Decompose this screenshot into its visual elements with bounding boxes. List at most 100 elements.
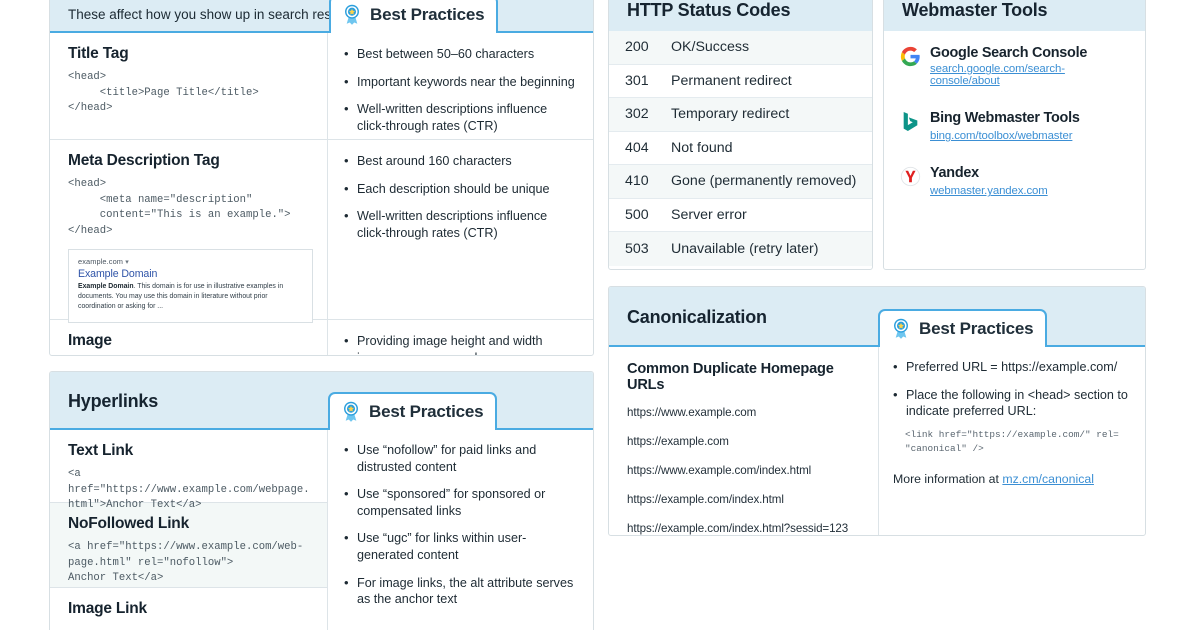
meta-tags-subtitle: These affect how you show up in search r… — [68, 7, 353, 22]
bullets-meta-description: Best around 160 characters Each descript… — [328, 140, 593, 254]
best-practices-badge-icon — [344, 401, 358, 422]
webmaster-tools-card: Webmaster Tools Google Search Console se… — [883, 0, 1146, 270]
http-status-card-header: HTTP Status Codes — [609, 0, 872, 31]
canonical-code-snippet: <link href="https://example.com/" rel= "… — [905, 428, 1119, 455]
hyperlinks-card: Hyperlinks Best Practices Text Link <a h… — [49, 371, 594, 630]
duplicate-urls-heading: Common Duplicate Homepage URLs — [627, 361, 834, 393]
row-nofollowed-link: NoFollowed Link <a href="https://www.exa… — [50, 503, 327, 588]
table-row: 404 Not found — [609, 132, 872, 165]
bullet-item: For image links, the alt attribute serve… — [344, 574, 577, 608]
tab-best-practices-hyperlinks[interactable]: Best Practices — [328, 392, 498, 430]
status-description: OK/Success — [671, 39, 750, 56]
row-meta-description-tag: Meta Description Tag <head> <meta name="… — [50, 140, 327, 323]
bullets-title-tag: Best between 50–60 characters Important … — [328, 33, 593, 147]
status-description: Not found — [671, 139, 733, 156]
webmaster-tool-name: Google Search Console — [930, 45, 1088, 61]
bing-b-icon — [903, 112, 918, 132]
bullet-item: Place the following in <head> section to… — [893, 386, 1131, 420]
row-meta-description-heading: Meta Description Tag — [68, 152, 220, 169]
row-nofollowed-link-heading: NoFollowed Link — [68, 515, 189, 532]
list-item[interactable]: Bing Webmaster Tools bing.com/toolbox/we… — [900, 110, 1131, 144]
serp-preview-url: example.com ▾ — [78, 257, 303, 266]
duplicate-url-item: https://example.com/index.html?sessid=12… — [627, 522, 849, 535]
status-description: Gone (permanently removed) — [671, 173, 857, 190]
webmaster-tool-info: Bing Webmaster Tools bing.com/toolbox/we… — [930, 110, 1080, 144]
webmaster-tool-name: Bing Webmaster Tools — [930, 110, 1080, 127]
status-code: 404 — [625, 139, 649, 156]
status-description: Permanent redirect — [671, 72, 792, 89]
serp-preview-title[interactable]: Example Domain — [78, 268, 303, 280]
bullets-hyperlinks: Use “nofollow” for paid links and distru… — [328, 430, 593, 621]
canonicalization-card-body: Common Duplicate Homepage URLs https://w… — [609, 347, 1145, 535]
table-row: 301 Permanent redirect — [609, 65, 872, 98]
meta-tags-card-body: Title Tag <head> <title>Page Title</titl… — [50, 33, 593, 355]
bullets-image-wrap: Providing image height and width improve… — [328, 320, 593, 355]
bullet-item: Use “nofollow” for paid links and distru… — [344, 441, 577, 475]
hyperlinks-right-column: Use “nofollow” for paid links and distru… — [328, 430, 593, 630]
bullet-item: Important keywords near the beginning — [344, 73, 577, 91]
serp-url-caret-icon: ▾ — [125, 258, 129, 266]
bullets-image: Providing image height and width improve… — [328, 320, 593, 355]
status-code: 503 — [625, 240, 649, 257]
tab-best-practices-meta-label: Best Practices — [370, 5, 485, 24]
row-meta-description-code: <head> <meta name="description" content=… — [68, 178, 291, 238]
list-item[interactable]: Google Search Console search.google.com/… — [900, 45, 1131, 89]
row-image-link: Image Link — [50, 588, 327, 630]
webmaster-tool-link[interactable]: webmaster.yandex.com — [930, 185, 1048, 197]
status-code: 410 — [625, 173, 649, 190]
webmaster-tools-card-header: Webmaster Tools — [884, 0, 1145, 31]
row-title-tag-code: <head> <title>Page Title</title> </head> — [68, 71, 259, 115]
table-row: 500 Server error — [609, 199, 872, 232]
row-image-link-heading: Image Link — [68, 600, 147, 617]
duplicate-url-item: https://www.example.com — [627, 406, 757, 419]
bullet-item: Use “ugc” for links within user-generate… — [344, 529, 577, 563]
google-g-icon — [900, 46, 920, 67]
bullets-canonicalization: Preferred URL = https://example.com/ Pla… — [893, 358, 1131, 420]
tab-best-practices-canonical[interactable]: Best Practices — [878, 309, 1048, 347]
canonicalization-card: Canonicalization Best Practices Common D… — [608, 286, 1146, 536]
tab-underline-canonical — [609, 345, 1145, 347]
bullet-item: Well-written descriptions influence clic… — [344, 100, 577, 134]
tab-underline-meta — [50, 31, 593, 33]
status-description: Unavailable (retry later) — [671, 240, 819, 257]
row-title-tag: Title Tag <head> <title>Page Title</titl… — [50, 33, 327, 140]
bullets-meta-description-wrap: Best around 160 characters Each descript… — [328, 140, 593, 320]
http-status-table: 200 OK/Success 301 Permanent redirect 30… — [609, 31, 872, 266]
http-status-codes-card: HTTP Status Codes 200 OK/Success 301 Per… — [608, 0, 873, 270]
meta-tags-right-column: Best between 50–60 characters Important … — [328, 33, 593, 355]
status-description: Server error — [671, 206, 747, 223]
duplicate-url-item: https://example.com — [627, 435, 729, 448]
status-code: 302 — [625, 106, 649, 123]
row-text-link-heading: Text Link — [68, 442, 134, 459]
yandex-y-icon — [900, 167, 921, 187]
meta-tags-left-column: Title Tag <head> <title>Page Title</titl… — [50, 33, 328, 355]
canonical-more-link[interactable]: mz.cm/canonical — [1002, 472, 1094, 486]
serp-preview-description: Example Domain. This domain is for use i… — [78, 282, 303, 313]
table-row: 302 Temporary redirect — [609, 98, 872, 132]
webmaster-tool-link[interactable]: search.google.com/search-console/about — [930, 63, 1131, 87]
best-practices-badge-icon — [345, 4, 359, 25]
row-title-tag-heading: Title Tag — [68, 45, 129, 62]
bullet-item: Best between 50–60 characters — [344, 45, 577, 63]
status-code: 301 — [625, 72, 649, 89]
best-practices-badge-icon — [894, 318, 908, 339]
hyperlinks-card-title: Hyperlinks — [68, 390, 159, 411]
hyperlinks-card-body: Text Link <a href="https://www.example.c… — [50, 430, 593, 630]
tab-best-practices-hyperlinks-label: Best Practices — [369, 402, 484, 421]
webmaster-tools-card-title: Webmaster Tools — [902, 0, 1048, 20]
serp-url-text: example.com — [78, 256, 124, 266]
bullet-item: Use “sponsored” for sponsored or compens… — [344, 485, 577, 519]
canonicalization-left-column: Common Duplicate Homepage URLs https://w… — [609, 347, 879, 535]
list-item[interactable]: Yandex webmaster.yandex.com — [900, 165, 1131, 199]
webmaster-tool-link[interactable]: bing.com/toolbox/webmaster — [930, 130, 1072, 142]
webmaster-tool-name: Yandex — [930, 165, 979, 182]
canonicalization-card-title: Canonicalization — [627, 306, 767, 327]
tab-best-practices-meta[interactable]: Best Practices — [329, 0, 499, 33]
http-status-card-title: HTTP Status Codes — [627, 0, 791, 20]
row-nofollowed-link-code: <a href="https://www.example.com/web- pa… — [68, 541, 304, 585]
serp-desc-bold: Example Domain — [78, 282, 134, 290]
table-row: 503 Unavailable (retry later) — [609, 232, 872, 266]
hyperlinks-left-column: Text Link <a href="https://www.example.c… — [50, 430, 328, 630]
row-image: Image <img src="img/keyword.jpg" alt="de… — [50, 320, 327, 355]
meta-tags-card-header: These affect how you show up in search r… — [50, 0, 593, 33]
